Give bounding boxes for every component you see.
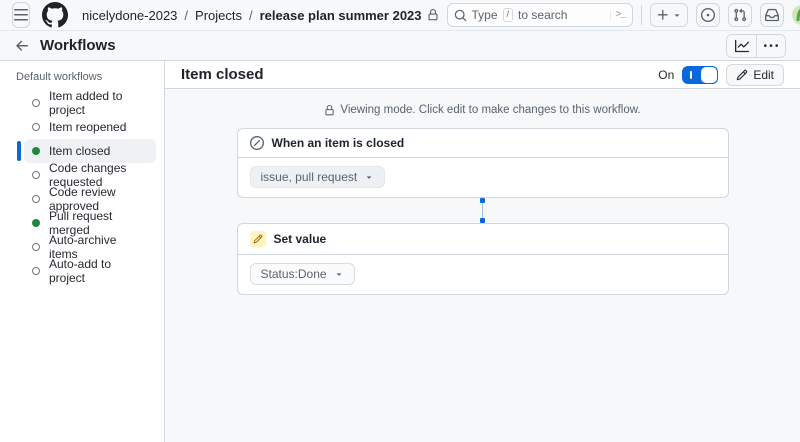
workflow-toggle[interactable]: [682, 66, 718, 84]
sidebar-item[interactable]: Item added to project: [24, 91, 156, 115]
page-title: Workflows: [40, 37, 116, 54]
inbox-button[interactable]: [760, 3, 784, 27]
graph-icon: [735, 39, 749, 53]
more-options-button[interactable]: [756, 35, 785, 57]
caret-down-icon: [334, 269, 344, 279]
toggle-label: On: [658, 68, 674, 82]
header-divider: [641, 5, 642, 25]
workflow-on-dot: [32, 219, 40, 227]
search-icon: [454, 9, 467, 22]
workflow-off-dot: [32, 171, 40, 179]
sidebar-item[interactable]: Auto-archive items: [24, 235, 156, 259]
workflow-on-dot: [32, 147, 40, 155]
workflow-off-dot: [32, 195, 40, 203]
toggle-on-mark: [690, 71, 692, 79]
github-logo[interactable]: [42, 2, 68, 28]
workflow-detail: Item closed On Edit: [165, 61, 800, 442]
lock-icon: [324, 105, 335, 116]
caret-down-icon: [672, 10, 682, 20]
pull-requests-button[interactable]: [728, 3, 752, 27]
toggle-knob: [700, 66, 718, 84]
lock-icon: [427, 9, 439, 21]
action-card: Set value Status:Done: [237, 223, 729, 295]
hamburger-icon[interactable]: [12, 2, 30, 28]
workflow-connector: [480, 198, 485, 223]
kebab-icon: [764, 39, 778, 53]
workflow-off-dot: [32, 243, 40, 251]
item-type-filter-dropdown[interactable]: issue, pull request: [250, 166, 386, 188]
caret-down-icon: [364, 172, 374, 182]
workflows-bar-actions: [726, 34, 786, 58]
action-card-title: Set value: [274, 232, 327, 246]
edit-button-label: Edit: [753, 68, 774, 82]
sidebar-item[interactable]: Pull request merged: [24, 211, 156, 235]
workflow-off-dot: [32, 99, 40, 107]
edit-button[interactable]: Edit: [726, 64, 784, 86]
status-value-dropdown[interactable]: Status:Done: [250, 263, 355, 285]
plus-icon: [656, 8, 670, 22]
sidebar-item-label: Auto-add to project: [49, 257, 148, 285]
status-value-label: Status:Done: [261, 267, 327, 281]
workflow-list: Item added to project Item reopened Item c…: [24, 91, 156, 283]
insights-button[interactable]: [727, 35, 756, 57]
issues-button[interactable]: [696, 3, 720, 27]
issue-opened-icon: [701, 8, 715, 22]
back-arrow-icon[interactable]: [14, 38, 30, 54]
command-palette-hint[interactable]: >_: [610, 10, 626, 21]
sidebar-item-label: Item added to project: [49, 89, 148, 117]
breadcrumb-project-label: release plan summer 2023: [260, 8, 422, 23]
search-placeholder-prefix: Type: [472, 8, 498, 22]
sidebar-item-label: Item reopened: [49, 120, 126, 134]
avatar[interactable]: [792, 5, 800, 25]
breadcrumb-separator: /: [249, 8, 253, 23]
sidebar-item[interactable]: Auto-add to project: [24, 259, 156, 283]
inbox-icon: [765, 8, 779, 22]
pencil-icon: [736, 69, 748, 81]
sidebar-item[interactable]: Code changes requested: [24, 163, 156, 187]
header-actions: Type / to search >_: [447, 3, 800, 27]
slash-key: /: [503, 8, 514, 22]
workflow-detail-header: Item closed On Edit: [165, 61, 800, 89]
sidebar-item[interactable]: Code review approved: [24, 187, 156, 211]
global-header: nicelydone-2023 / Projects / release pla…: [0, 0, 800, 31]
sidebar-item-label: Item closed: [49, 144, 110, 158]
sidebar-item[interactable]: Item closed: [24, 139, 156, 163]
workflow-canvas: Viewing mode. Click edit to make changes…: [165, 89, 800, 442]
breadcrumb-projects[interactable]: Projects: [195, 8, 242, 23]
item-type-filter-label: issue, pull request: [261, 170, 358, 184]
workflows-sidebar: Default workflows Item added to projectI…: [0, 61, 165, 442]
connector-line: [482, 203, 483, 218]
breadcrumb: nicelydone-2023 / Projects / release pla…: [82, 8, 439, 23]
workflow-off-dot: [32, 123, 40, 131]
trigger-card-title: When an item is closed: [272, 136, 405, 150]
workflow-title: Item closed: [181, 66, 264, 83]
breadcrumb-project-name[interactable]: release plan summer 2023: [260, 8, 439, 23]
app-window: nicelydone-2023 / Projects / release pla…: [0, 0, 800, 442]
viewing-mode-notice: Viewing mode. Click edit to make changes…: [324, 104, 640, 116]
breadcrumb-separator: /: [184, 8, 188, 23]
search-placeholder-suffix: to search: [518, 8, 567, 22]
breadcrumb-org[interactable]: nicelydone-2023: [82, 8, 177, 23]
search-input[interactable]: Type / to search >_: [447, 3, 633, 27]
sidebar-section-label: Default workflows: [16, 71, 156, 83]
pull-request-icon: [733, 8, 747, 22]
trigger-card: When an item is closed issue, pull reque…: [237, 128, 729, 198]
sidebar-item[interactable]: Item reopened: [24, 115, 156, 139]
create-new-button[interactable]: [650, 3, 688, 27]
circle-slash-icon: [250, 136, 264, 150]
workflow-off-dot: [32, 267, 40, 275]
set-value-pencil-icon: [250, 231, 266, 247]
viewing-mode-text: Viewing mode. Click edit to make changes…: [340, 104, 640, 116]
workflows-bar: Workflows: [0, 31, 800, 61]
